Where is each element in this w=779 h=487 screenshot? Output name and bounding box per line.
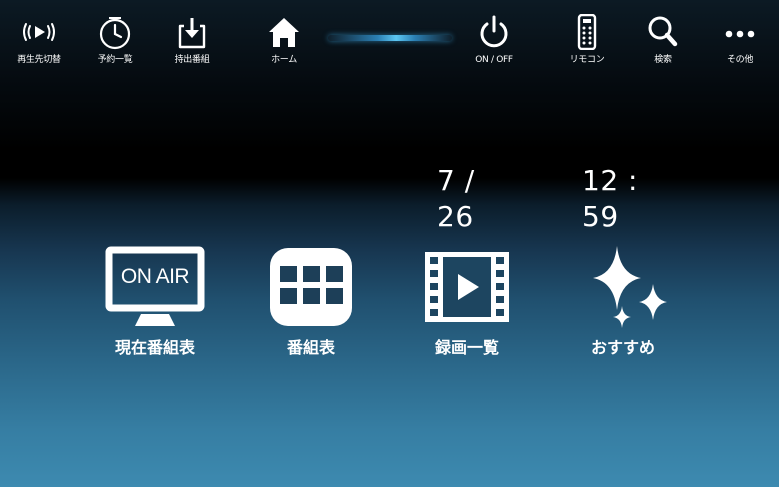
recordings-list-tile[interactable]: 録画一覧 (402, 244, 532, 364)
clock-icon (95, 14, 135, 50)
power-label: ON / OFF (475, 55, 513, 65)
tv-on-air-icon: ON AIR (105, 244, 205, 330)
current-program-guide-tile[interactable]: ON AIR 現在番組表 (90, 244, 220, 364)
take-out-programs-label: 持出番組 (174, 55, 210, 65)
power-icon (474, 14, 514, 50)
playback-switch-label: 再生先切替 (17, 55, 61, 65)
grid-icon (261, 244, 361, 330)
program-guide-label: 番組表 (286, 338, 335, 357)
home-button[interactable]: ホーム (244, 14, 324, 74)
home-label: ホーム (271, 55, 297, 65)
remote-control-icon (567, 14, 607, 50)
on-air-badge: ON AIR (120, 265, 190, 288)
recommended-tile[interactable]: おすすめ (558, 244, 688, 364)
more-label: その他 (726, 55, 754, 65)
film-play-icon (417, 244, 517, 330)
reservation-list-button[interactable]: 予約一覧 (75, 14, 155, 74)
remote-control-button[interactable]: リモコン (547, 14, 627, 74)
more-button[interactable]: その他 (700, 14, 779, 74)
recommended-label: おすすめ (590, 338, 655, 357)
search-button[interactable]: 検索 (623, 14, 703, 74)
take-out-programs-button[interactable]: 持出番組 (152, 14, 232, 74)
more-icon (720, 14, 760, 50)
playback-switch-icon (19, 14, 59, 50)
reservation-list-label: 予約一覧 (97, 55, 133, 65)
current-date: 7 / 26 (437, 164, 475, 233)
export-icon (172, 14, 212, 50)
sparkle-icon (573, 244, 673, 330)
playback-switch-button[interactable]: 再生先切替 (0, 14, 79, 74)
loading-indicator (328, 35, 452, 41)
current-program-guide-label: 現在番組表 (114, 338, 195, 357)
remote-control-label: リモコン (569, 55, 605, 65)
power-button[interactable]: ON / OFF (454, 14, 534, 74)
search-label: 検索 (654, 55, 672, 65)
recordings-list-label: 録画一覧 (434, 338, 499, 357)
current-time: 12 : 59 (582, 164, 638, 233)
program-guide-tile[interactable]: 番組表 (246, 244, 376, 364)
search-icon (643, 14, 683, 50)
home-icon (264, 14, 304, 50)
